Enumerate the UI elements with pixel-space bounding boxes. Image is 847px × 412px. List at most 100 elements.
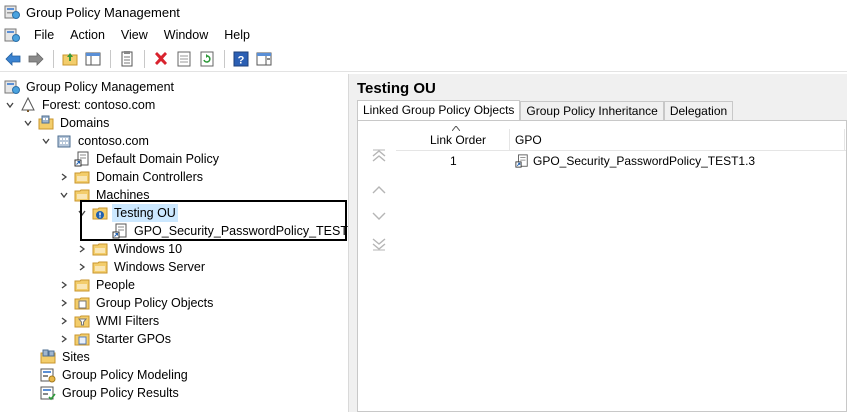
gpo-link-icon bbox=[515, 154, 529, 168]
menu-action[interactable]: Action bbox=[62, 24, 113, 46]
linked-gpos-panel: Link Order GPO 1 GPO_Security_PasswordPo… bbox=[357, 120, 847, 412]
grid-header: Link Order GPO bbox=[396, 125, 846, 151]
tree-domain-contoso[interactable]: contoso.com bbox=[40, 132, 151, 150]
cell-gpo-label: GPO_Security_PasswordPolicy_TEST1.3 bbox=[533, 154, 756, 168]
toolbar-separator bbox=[110, 49, 111, 68]
expand-chevron-icon[interactable] bbox=[76, 240, 88, 258]
sites-icon bbox=[40, 349, 56, 365]
table-row[interactable]: 1 GPO_Security_PasswordPolicy_TEST1.3 bbox=[396, 152, 846, 170]
tree-default-domain-policy-label: Default Domain Policy bbox=[96, 152, 219, 166]
tree-starter-gpos[interactable]: Starter GPOs bbox=[58, 330, 173, 348]
selection-highlight-box bbox=[80, 200, 347, 241]
svg-text:?: ? bbox=[238, 54, 245, 66]
toolbar: ? bbox=[0, 46, 847, 72]
collapse-chevron-icon[interactable] bbox=[40, 132, 52, 150]
tree-people[interactable]: People bbox=[58, 276, 137, 294]
tree-domains-label: Domains bbox=[60, 116, 110, 130]
expand-chevron-icon[interactable] bbox=[76, 258, 88, 276]
window-title: Group Policy Management bbox=[26, 4, 180, 20]
tab-linked-gpos[interactable]: Linked Group Policy Objects bbox=[357, 100, 521, 121]
tree-windows-server[interactable]: Windows Server bbox=[76, 258, 207, 276]
domains-icon bbox=[38, 115, 54, 131]
menu-bar: File Action View Window Help bbox=[0, 24, 847, 46]
up-folder-icon[interactable] bbox=[59, 48, 81, 70]
ou-folder-icon bbox=[74, 277, 90, 293]
linked-gpos-grid: Link Order GPO 1 GPO_Security_PasswordPo… bbox=[396, 125, 846, 411]
menu-window[interactable]: Window bbox=[156, 24, 216, 46]
tree-sites-label: Sites bbox=[62, 350, 90, 364]
forest-icon bbox=[20, 96, 36, 113]
export-list-icon[interactable] bbox=[173, 48, 195, 70]
cell-gpo: GPO_Security_PasswordPolicy_TEST1.3 bbox=[515, 152, 755, 170]
tree-domains[interactable]: Domains bbox=[22, 114, 111, 132]
tree-domain-controllers-label: Domain Controllers bbox=[96, 170, 203, 184]
expand-chevron-icon[interactable] bbox=[58, 330, 70, 348]
tree-group-policy-objects-label: Group Policy Objects bbox=[96, 296, 214, 310]
expand-chevron-icon[interactable] bbox=[58, 294, 70, 312]
sort-ascending-icon bbox=[451, 124, 461, 133]
ou-folder-icon bbox=[92, 259, 108, 275]
system-menu-icon[interactable] bbox=[4, 27, 20, 43]
ou-folder-icon bbox=[74, 169, 90, 185]
tree-windows10[interactable]: Windows 10 bbox=[76, 240, 184, 258]
toolbar-separator bbox=[144, 49, 145, 68]
menu-view[interactable]: View bbox=[113, 24, 156, 46]
tree-people-label: People bbox=[96, 278, 135, 292]
gpmc-root-icon bbox=[4, 79, 20, 95]
results-icon bbox=[40, 385, 56, 401]
help-icon[interactable]: ? bbox=[230, 48, 252, 70]
menu-file[interactable]: File bbox=[26, 24, 62, 46]
delete-icon[interactable] bbox=[150, 48, 172, 70]
back-arrow-icon[interactable] bbox=[2, 48, 24, 70]
tree-wmi-filters[interactable]: WMI Filters bbox=[58, 312, 161, 330]
tree-windows10-label: Windows 10 bbox=[114, 242, 183, 256]
gpmc-app-icon bbox=[4, 4, 20, 20]
tree-group-policy-results-label: Group Policy Results bbox=[62, 386, 179, 400]
move-up-icon[interactable] bbox=[371, 183, 387, 197]
forward-arrow-icon[interactable] bbox=[25, 48, 47, 70]
details-tabs: Linked Group Policy Objects Group Policy… bbox=[357, 100, 734, 121]
tree-default-domain-policy[interactable]: Default Domain Policy bbox=[74, 150, 221, 168]
gpo-link-icon bbox=[74, 151, 90, 167]
link-order-buttons bbox=[358, 121, 396, 411]
tree-group-policy-results[interactable]: Group Policy Results bbox=[40, 384, 181, 402]
move-down-icon[interactable] bbox=[371, 209, 387, 223]
tree-forest[interactable]: Forest: contoso.com bbox=[4, 96, 157, 114]
collapse-chevron-icon[interactable] bbox=[4, 96, 16, 114]
tab-gp-inheritance[interactable]: Group Policy Inheritance bbox=[520, 101, 664, 121]
column-gpo[interactable]: GPO bbox=[515, 129, 542, 151]
expand-chevron-icon[interactable] bbox=[58, 168, 70, 186]
modeling-icon bbox=[40, 367, 56, 383]
collapse-chevron-icon[interactable] bbox=[22, 114, 34, 132]
tree-group-policy-modeling-label: Group Policy Modeling bbox=[62, 368, 188, 382]
cell-link-order: 1 bbox=[450, 154, 457, 168]
tree-starter-gpos-label: Starter GPOs bbox=[96, 332, 172, 346]
domain-icon bbox=[56, 133, 72, 149]
expand-chevron-icon[interactable] bbox=[58, 312, 70, 330]
collapse-chevron-icon[interactable] bbox=[58, 186, 70, 204]
column-divider[interactable] bbox=[844, 129, 845, 151]
console-tree: Group Policy Management Forest: contoso.… bbox=[0, 74, 348, 412]
wmi-filter-folder-icon bbox=[74, 313, 90, 329]
tree-windows-server-label: Windows Server bbox=[114, 260, 205, 274]
move-to-top-icon[interactable] bbox=[371, 149, 387, 163]
tree-domain-controllers[interactable]: Domain Controllers bbox=[58, 168, 205, 186]
details-pane: Testing OU Linked Group Policy Objects G… bbox=[353, 74, 847, 412]
action-pane-icon[interactable] bbox=[253, 48, 275, 70]
tab-delegation[interactable]: Delegation bbox=[663, 101, 734, 121]
tree-group-policy-modeling[interactable]: Group Policy Modeling bbox=[40, 366, 190, 384]
tree-sites[interactable]: Sites bbox=[40, 348, 92, 366]
details-title: Testing OU bbox=[357, 80, 436, 97]
refresh-icon[interactable] bbox=[196, 48, 218, 70]
menu-help[interactable]: Help bbox=[216, 24, 258, 46]
expand-chevron-icon[interactable] bbox=[58, 276, 70, 294]
toolbar-separator bbox=[53, 49, 54, 68]
column-divider[interactable] bbox=[509, 129, 510, 151]
move-to-bottom-icon[interactable] bbox=[371, 237, 387, 251]
tree-group-policy-objects[interactable]: Group Policy Objects bbox=[58, 294, 215, 312]
tree-root-label: Group Policy Management bbox=[26, 80, 174, 94]
tree-root[interactable]: Group Policy Management bbox=[4, 78, 176, 96]
starter-gpo-folder-icon bbox=[74, 331, 90, 347]
properties-icon[interactable] bbox=[116, 48, 138, 70]
show-tree-icon[interactable] bbox=[82, 48, 104, 70]
